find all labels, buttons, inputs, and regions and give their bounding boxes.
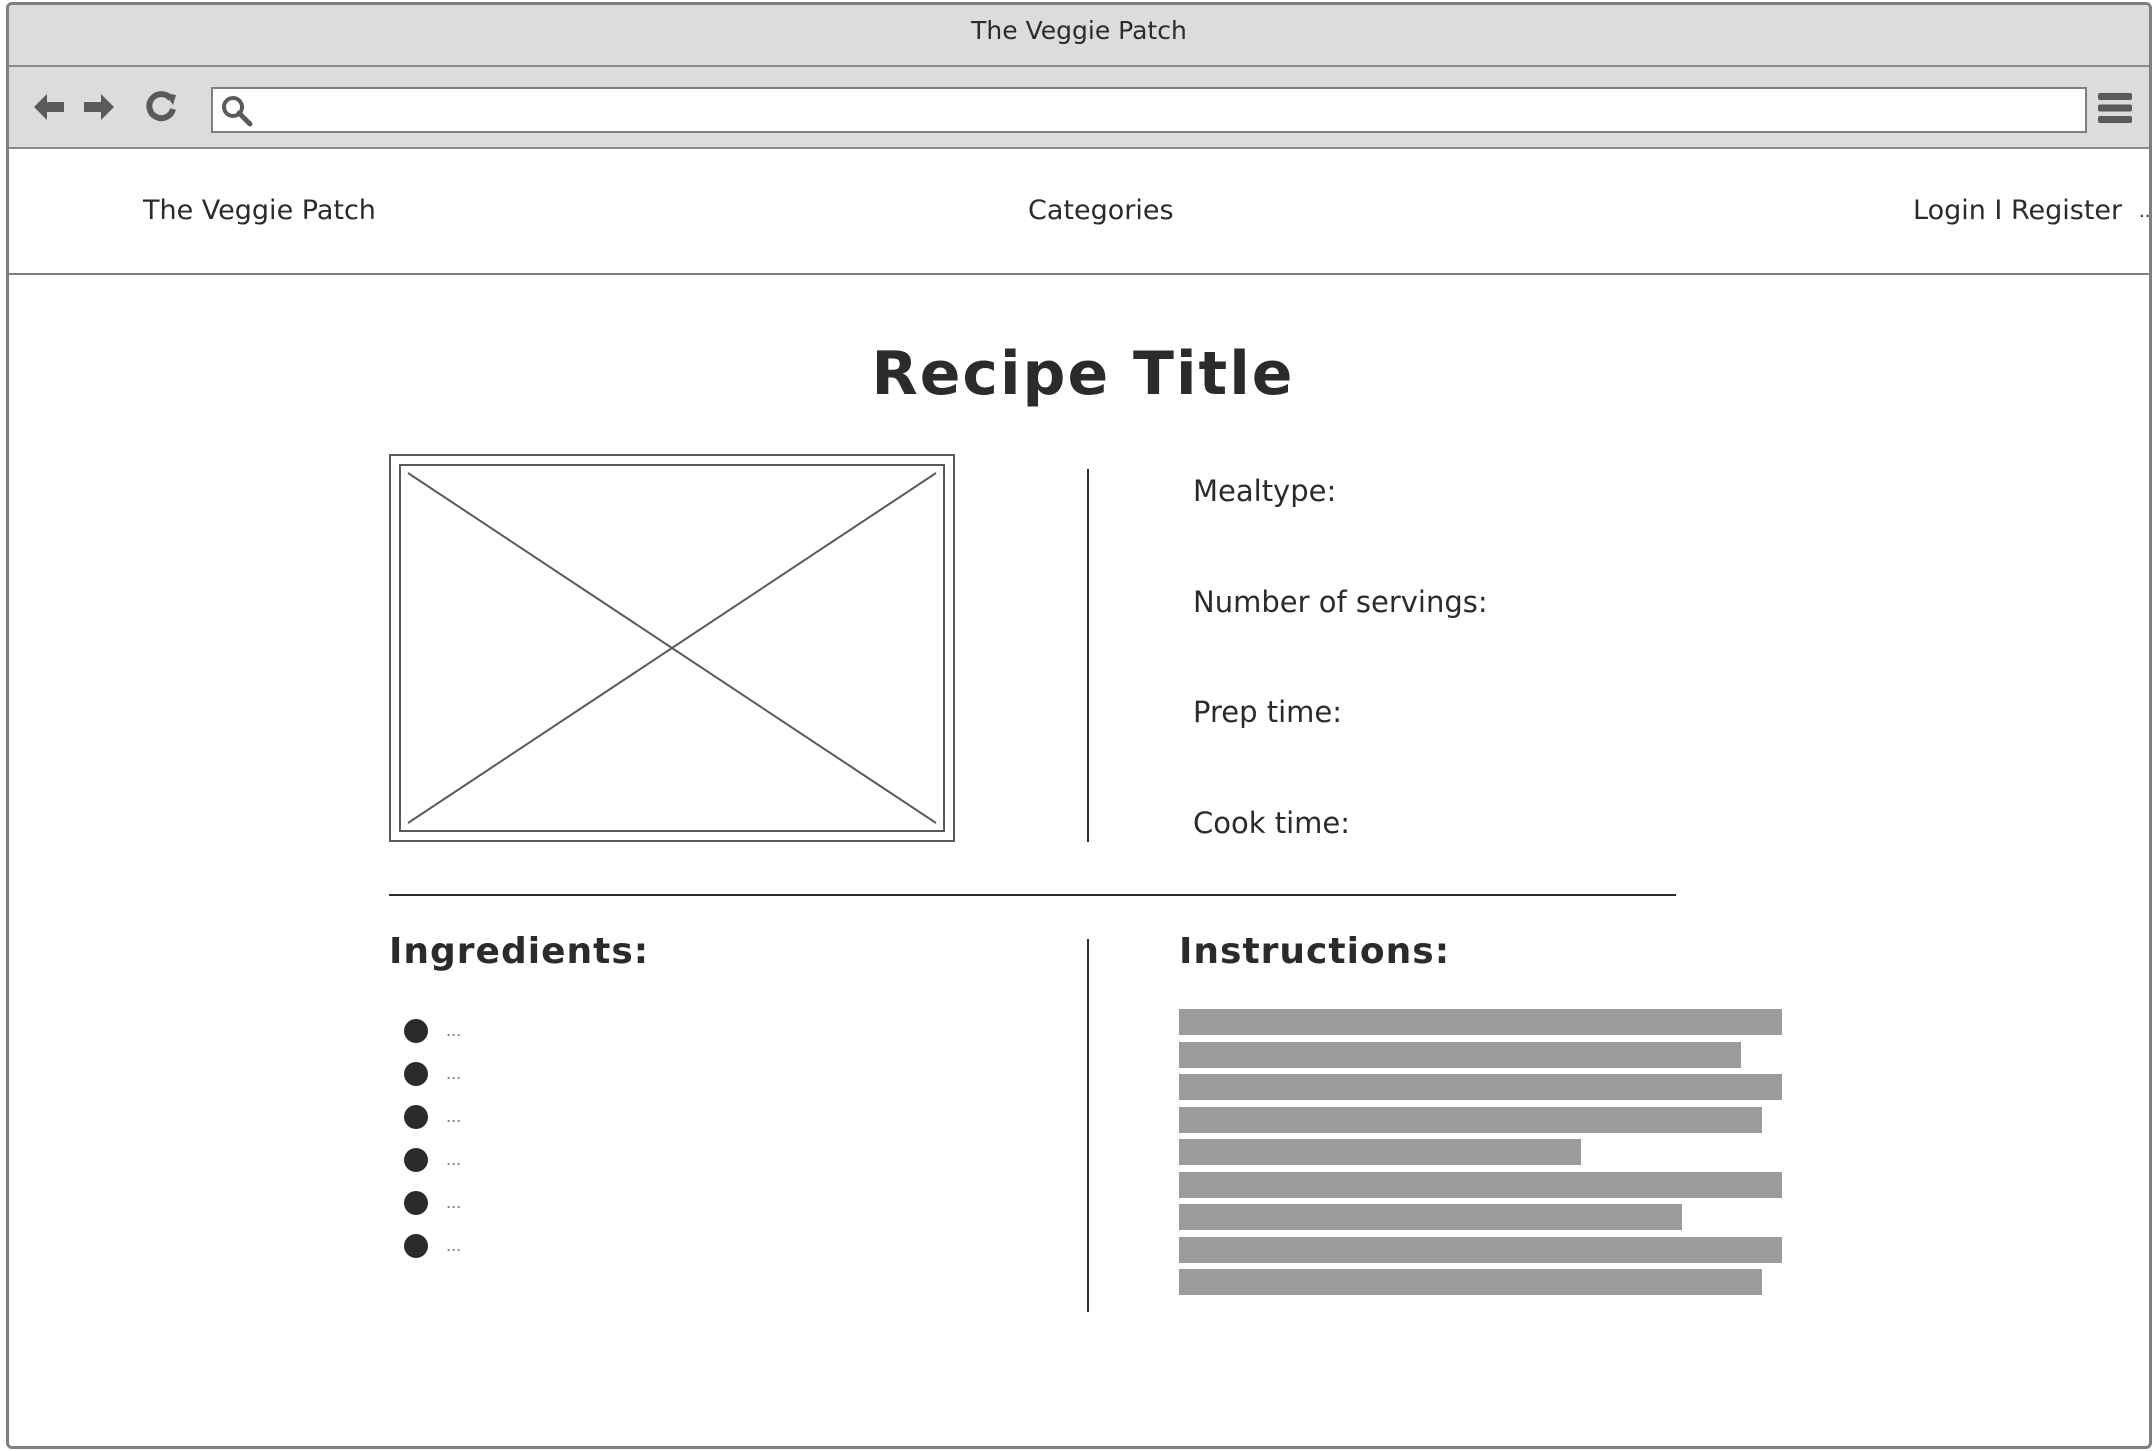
nav-brand-link[interactable]: The Veggie Patch: [143, 195, 376, 226]
recipe-page: Recipe Title Mealtype: Number of serving…: [9, 275, 2149, 1446]
window-titlebar: The Veggie Patch: [9, 5, 2149, 67]
list-item: ...: [404, 1095, 461, 1138]
ingredient-text: ...: [446, 1021, 462, 1040]
instructions-heading: Instructions:: [1179, 931, 1451, 972]
instruction-line: [1179, 1171, 1782, 1198]
servings-label: Number of servings:: [1193, 585, 1488, 619]
bullet-icon: [404, 1147, 428, 1172]
ingredient-text: ...: [446, 1150, 462, 1169]
ingredient-text: ...: [446, 1193, 462, 1212]
image-placeholder-icon: [389, 454, 955, 842]
instruction-line: [1179, 1269, 1762, 1295]
instruction-line: [1179, 1236, 1782, 1263]
instruction-line: [1179, 1106, 1762, 1133]
list-item: ...: [404, 1181, 461, 1224]
list-item: ...: [404, 1052, 461, 1095]
recipe-title: Recipe Title: [871, 339, 1295, 409]
prep-time-label: Prep time:: [1193, 695, 1343, 729]
bullet-icon: [404, 1190, 428, 1215]
instruction-line: [1179, 1041, 1741, 1068]
bullet-icon: [404, 1104, 428, 1129]
ingredients-heading: Ingredients:: [389, 931, 650, 972]
arrow-left-icon[interactable]: [31, 89, 67, 125]
section-horizontal-divider: [389, 894, 1676, 896]
ingredients-list: ... ... ... ... ... ...: [404, 1009, 461, 1267]
instruction-line: [1179, 1204, 1682, 1230]
instructions-text-placeholder: [1179, 1009, 1782, 1302]
hamburger-menu-icon[interactable]: [2095, 89, 2135, 127]
arrow-right-icon[interactable]: [81, 89, 117, 125]
address-bar[interactable]: [211, 87, 2087, 133]
nav-overflow[interactable]: ...: [2139, 201, 2149, 222]
instruction-line: [1179, 1074, 1782, 1100]
nav-login-register-link[interactable]: Login I Register: [1913, 195, 2122, 226]
bullet-icon: [404, 1233, 428, 1258]
search-icon: [219, 93, 255, 129]
browser-window: The Veggie Patch The Veggie Patch Catego…: [6, 2, 2152, 1449]
list-item: ...: [404, 1009, 461, 1052]
list-item: ...: [404, 1224, 461, 1267]
site-navigation: The Veggie Patch Categories Login I Regi…: [9, 149, 2149, 275]
ingredients-instructions-divider: [1087, 939, 1089, 1312]
ingredient-text: ...: [446, 1107, 462, 1126]
ingredient-text: ...: [446, 1064, 462, 1083]
cook-time-label: Cook time:: [1193, 806, 1351, 840]
list-item: ...: [404, 1138, 461, 1181]
instruction-line: [1179, 1139, 1581, 1165]
ingredient-text: ...: [446, 1236, 462, 1255]
reload-icon[interactable]: [143, 89, 179, 125]
meta-vertical-divider: [1087, 469, 1089, 842]
browser-toolbar: [9, 67, 2149, 149]
instruction-line: [1179, 1009, 1782, 1035]
mealtype-label: Mealtype:: [1193, 474, 1337, 508]
bullet-icon: [404, 1061, 428, 1086]
nav-categories-link[interactable]: Categories: [1028, 195, 1174, 226]
window-title: The Veggie Patch: [971, 16, 1187, 45]
address-input[interactable]: [263, 93, 2077, 129]
bullet-icon: [404, 1018, 428, 1043]
